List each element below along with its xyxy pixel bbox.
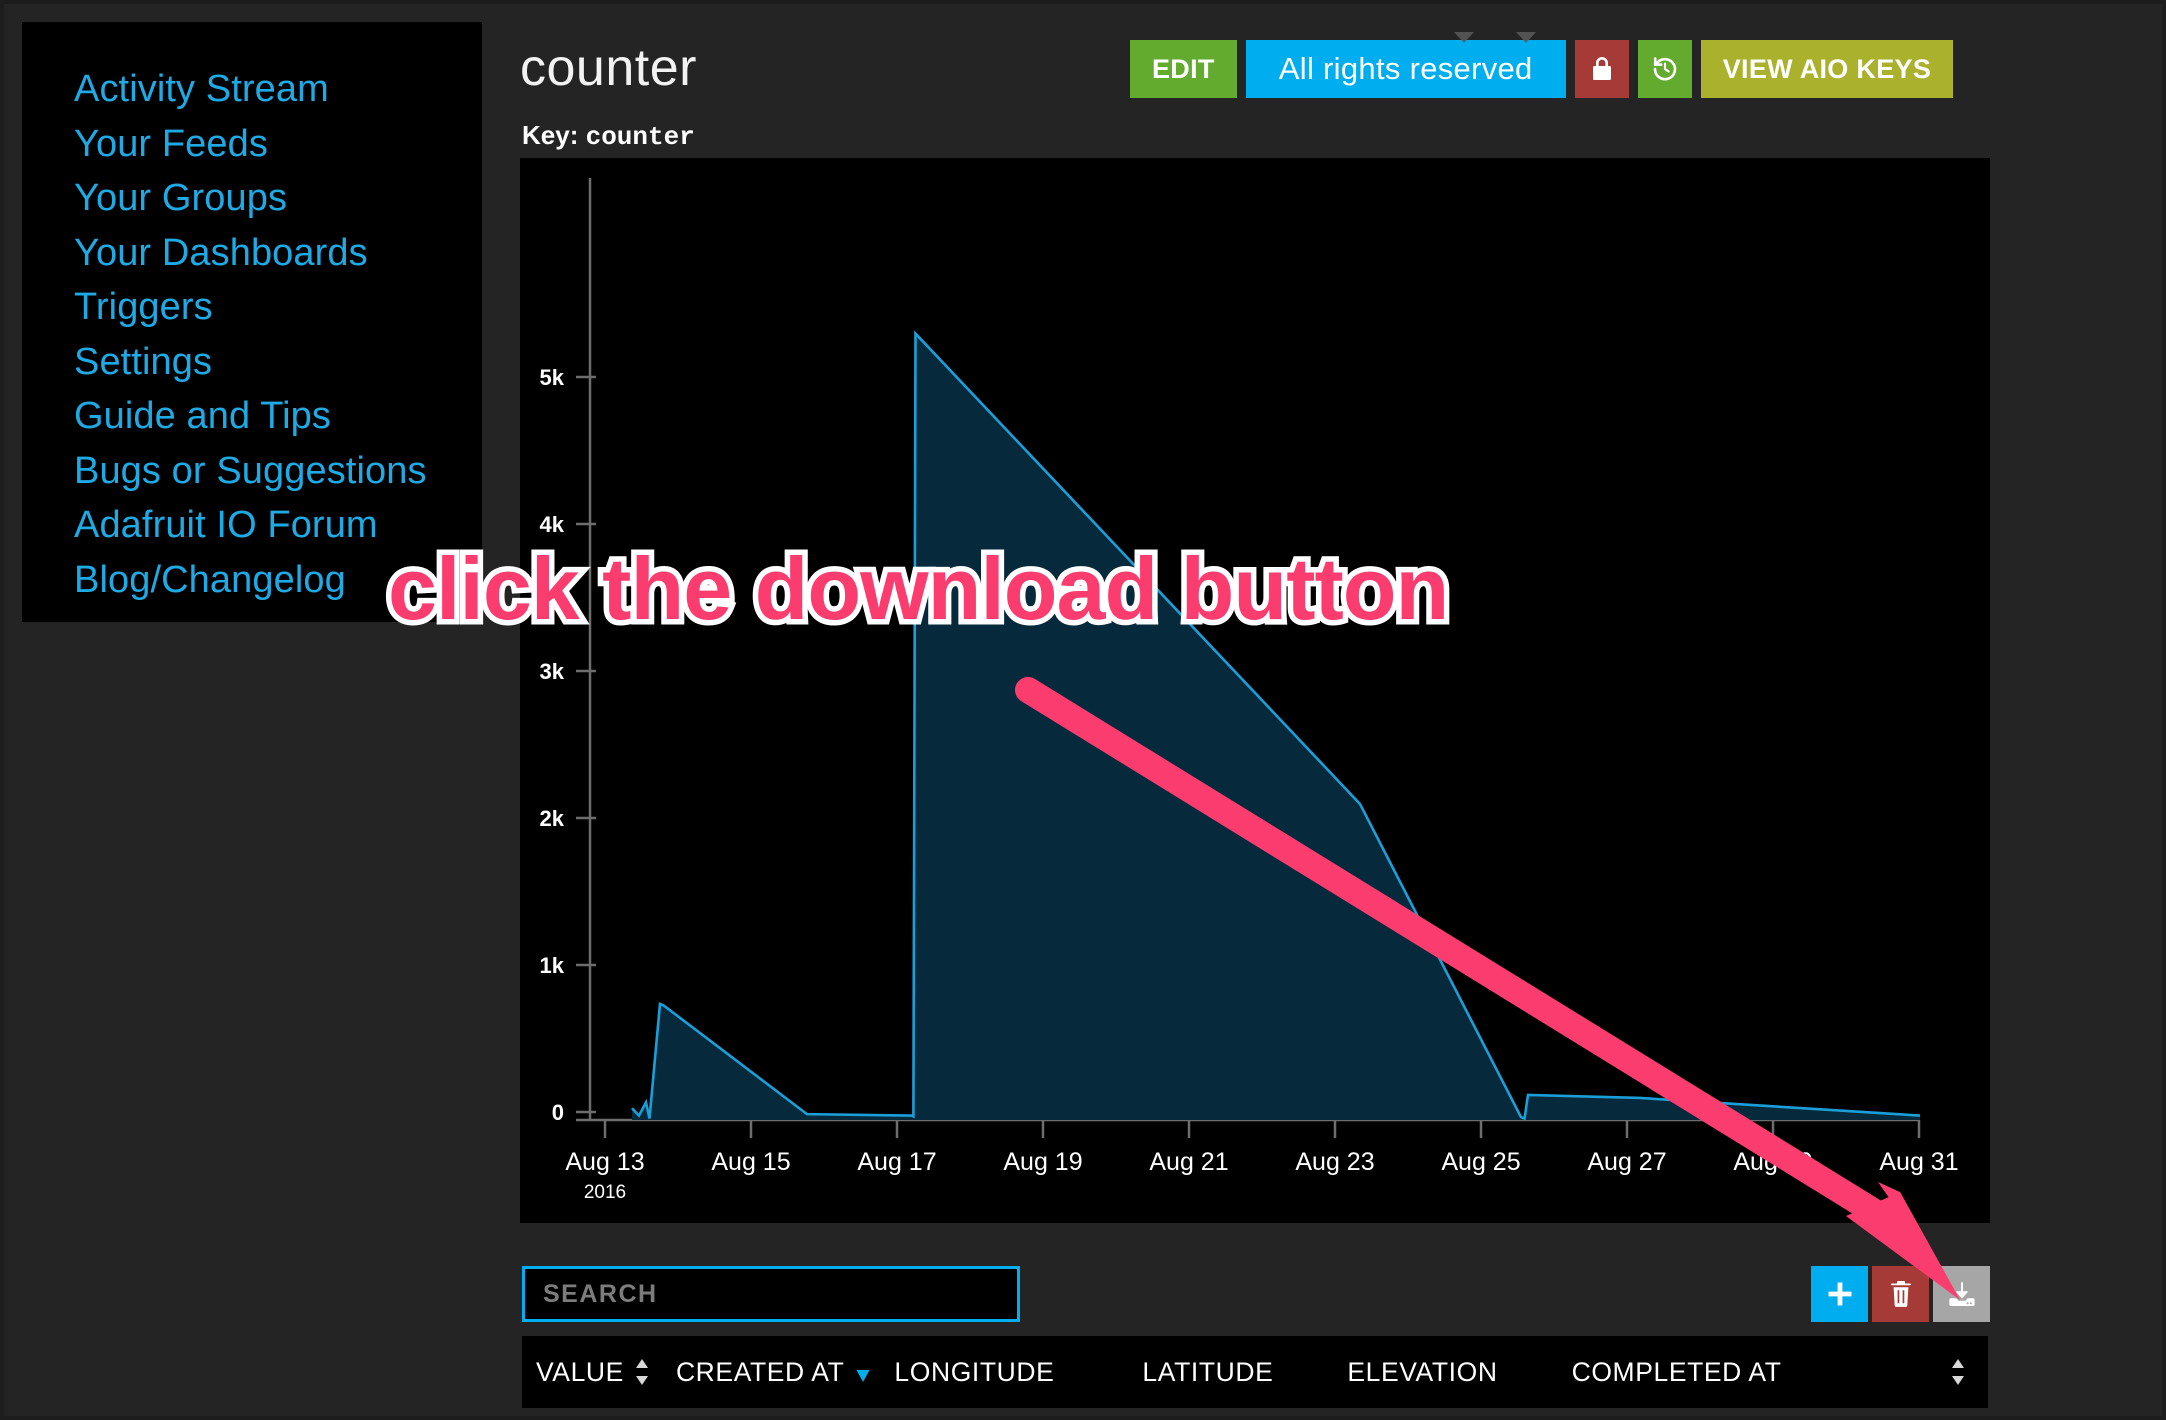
x-tick-label: Aug 13 xyxy=(565,1148,644,1176)
x-tick-label: Aug 19 xyxy=(1003,1148,1082,1176)
table-column-label: COMPLETED AT xyxy=(1571,1356,1782,1387)
table-column-longitude[interactable]: LONGITUDE xyxy=(894,1357,1054,1388)
x-tick-label: Aug 17 xyxy=(857,1148,936,1176)
x-tick-label: Aug 27 xyxy=(1587,1148,1666,1176)
y-tick-label: 0 xyxy=(552,1100,564,1125)
table-column-trailing-sort[interactable] xyxy=(1950,1357,1966,1387)
view-aio-keys-label: VIEW AIO KEYS xyxy=(1722,53,1932,84)
add-data-button[interactable] xyxy=(1811,1266,1868,1322)
window-top-edge xyxy=(0,0,2166,4)
x-tick-label: Aug 23 xyxy=(1295,1148,1374,1176)
annotation-label: click the download button xyxy=(382,539,1454,638)
edit-button[interactable]: EDIT xyxy=(1130,40,1237,98)
caret-up-icon-a xyxy=(1453,32,1474,43)
sort-both-icon[interactable] xyxy=(1950,1357,1966,1387)
sidebar-item-guide-and-tips[interactable]: Guide and Tips xyxy=(74,389,482,444)
delete-data-button[interactable] xyxy=(1872,1266,1929,1322)
trash-icon xyxy=(1890,1281,1911,1307)
download-data-button[interactable] xyxy=(1933,1266,1990,1322)
data-action-buttons xyxy=(1811,1266,1990,1322)
caret-up-icon-b xyxy=(1515,32,1536,43)
x-tick-label: Aug 31 xyxy=(1879,1148,1958,1176)
y-tick-label: 5k xyxy=(540,365,565,390)
page-title: counter xyxy=(520,39,697,97)
x-tick-label: Aug 29 xyxy=(1733,1148,1812,1176)
sidebar-item-label: Bugs or Suggestions xyxy=(74,449,427,492)
sidebar-item-activity-stream[interactable]: Activity Stream xyxy=(74,62,482,117)
history-icon xyxy=(1653,57,1676,81)
table-column-label: LATITUDE xyxy=(1142,1356,1274,1387)
sidebar-item-settings[interactable]: Settings xyxy=(74,335,482,390)
sidebar-item-triggers[interactable]: Triggers xyxy=(74,280,482,335)
download-icon xyxy=(1948,1282,1975,1306)
edit-button-label: EDIT xyxy=(1152,53,1215,84)
table-column-label: VALUE xyxy=(536,1356,624,1387)
feed-toolbar: EDIT All rights reserved VIEW AIO KEYS xyxy=(1130,32,1954,98)
sidebar-item-your-dashboards[interactable]: Your Dashboards xyxy=(74,226,482,281)
sidebar-item-label: Your Feeds xyxy=(74,122,268,165)
feed-area-chart: 0 1k 2k 3k 4k 5k Aug 13 Aug 15 Aug 17 Au… xyxy=(520,158,1990,1223)
x-tick-label: Aug 15 xyxy=(711,1148,790,1176)
table-column-label: ELEVATION xyxy=(1347,1356,1498,1387)
sidebar-item-label: Your Groups xyxy=(74,177,288,219)
sidebar-item-label: Guide and Tips xyxy=(74,395,332,437)
feed-key-label: Key: xyxy=(522,120,579,150)
sidebar: Activity Stream Your Feeds Your Groups Y… xyxy=(22,22,482,622)
sidebar-item-label: Your Dashboards xyxy=(74,231,368,274)
table-column-label: CREATED AT xyxy=(675,1356,845,1387)
y-tick-label: 2k xyxy=(540,806,565,831)
sidebar-item-label: Blog/Changelog xyxy=(74,558,346,601)
x-tick-label: Aug 21 xyxy=(1149,1148,1228,1176)
table-column-completed-at[interactable]: COMPLETED AT xyxy=(1572,1357,1782,1388)
feed-data-toolbar: VALUE CREATED AT LONGITUDE LATITUDE ELE xyxy=(520,1248,1990,1418)
data-table-header: VALUE CREATED AT LONGITUDE LATITUDE ELEV… xyxy=(522,1336,1988,1408)
sidebar-item-label: Settings xyxy=(74,340,213,383)
sidebar-item-label: Adafruit IO Forum xyxy=(74,504,378,546)
table-column-value[interactable]: VALUE xyxy=(536,1357,650,1388)
privacy-select-label: All rights reserved xyxy=(1278,51,1533,86)
privacy-select[interactable]: All rights reserved xyxy=(1245,32,1566,98)
sidebar-item-your-groups[interactable]: Your Groups xyxy=(74,171,482,226)
table-column-elevation[interactable]: ELEVATION xyxy=(1347,1357,1497,1388)
x-axis-year-label: 2016 xyxy=(584,1182,626,1203)
sidebar-nav-list: Activity Stream Your Feeds Your Groups Y… xyxy=(22,22,482,607)
y-tick-label: 1k xyxy=(540,953,565,978)
sidebar-item-label: Triggers xyxy=(74,286,213,328)
sort-both-icon[interactable] xyxy=(634,1357,650,1387)
table-column-label: LONGITUDE xyxy=(894,1356,1055,1387)
feed-key-value: counter xyxy=(585,122,695,152)
y-tick-label: 3k xyxy=(540,659,565,684)
table-column-created-at[interactable]: CREATED AT xyxy=(676,1357,872,1388)
x-tick-label: Aug 25 xyxy=(1441,1148,1520,1176)
plus-icon xyxy=(1828,1282,1851,1306)
feed-chart-panel[interactable]: 0 1k 2k 3k 4k 5k Aug 13 Aug 15 Aug 17 Au… xyxy=(520,158,1990,1223)
privacy-lock-button[interactable] xyxy=(1574,40,1629,98)
history-button[interactable] xyxy=(1637,40,1692,98)
search-input[interactable] xyxy=(522,1266,1020,1322)
y-tick-label: 4k xyxy=(540,512,565,537)
sort-descending-icon[interactable] xyxy=(854,1357,872,1387)
table-column-latitude[interactable]: LATITUDE xyxy=(1142,1357,1273,1388)
sidebar-item-your-feeds[interactable]: Your Feeds xyxy=(74,117,482,172)
view-aio-keys-button[interactable]: VIEW AIO KEYS xyxy=(1700,40,1954,98)
sidebar-item-bugs-or-suggestions[interactable]: Bugs or Suggestions xyxy=(74,444,482,499)
sidebar-item-label: Activity Stream xyxy=(74,68,329,110)
feed-key-line: Key: counter xyxy=(522,120,695,152)
lock-icon xyxy=(1592,57,1611,80)
window-right-edge xyxy=(2162,0,2166,1420)
window-left-edge xyxy=(0,0,4,1420)
